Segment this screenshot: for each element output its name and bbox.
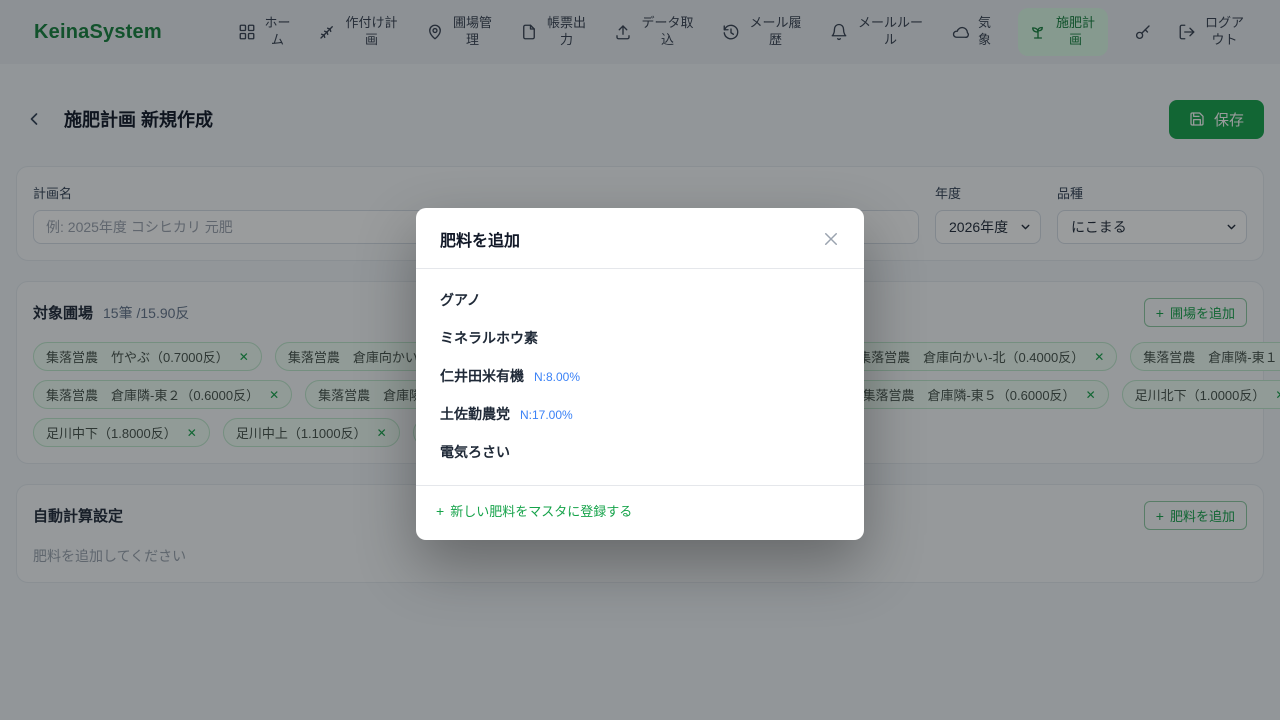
fertilizer-list-item[interactable]: 土佐勤農党 N:17.00% bbox=[416, 395, 864, 433]
fertilizer-list-item[interactable]: 仁井田米有機 N:8.00% bbox=[416, 357, 864, 395]
fertilizer-list-item[interactable]: 電気ろさい bbox=[416, 433, 864, 471]
register-new-fertilizer-link[interactable]: + 新しい肥料をマスタに登録する bbox=[436, 501, 632, 520]
fertilizer-n-value: N:17.00% bbox=[520, 408, 573, 422]
close-icon[interactable] bbox=[822, 230, 840, 248]
fertilizer-list: グアノ ミネラルホウ素 仁井田米有機 N:8.00% 土佐勤農党 N:17.00… bbox=[416, 269, 864, 485]
fertilizer-name: グアノ bbox=[440, 290, 481, 310]
register-link-label: 新しい肥料をマスタに登録する bbox=[450, 501, 632, 520]
add-fertilizer-modal: 肥料を追加 グアノ ミネラルホウ素 仁井田米有機 N:8.00% 土佐勤農党 N… bbox=[416, 208, 864, 540]
fertilizer-name: 仁井田米有機 bbox=[440, 366, 524, 386]
modal-title: 肥料を追加 bbox=[440, 227, 520, 251]
plus-icon: + bbox=[436, 504, 444, 518]
fertilizer-name: 土佐勤農党 bbox=[440, 404, 510, 424]
fertilizer-name: 電気ろさい bbox=[440, 442, 510, 462]
fertilizer-list-item[interactable]: グアノ bbox=[416, 281, 864, 319]
fertilizer-list-item[interactable]: ミネラルホウ素 bbox=[416, 319, 864, 357]
fertilizer-n-value: N:8.00% bbox=[534, 370, 580, 384]
fertilizer-name: ミネラルホウ素 bbox=[440, 328, 538, 348]
